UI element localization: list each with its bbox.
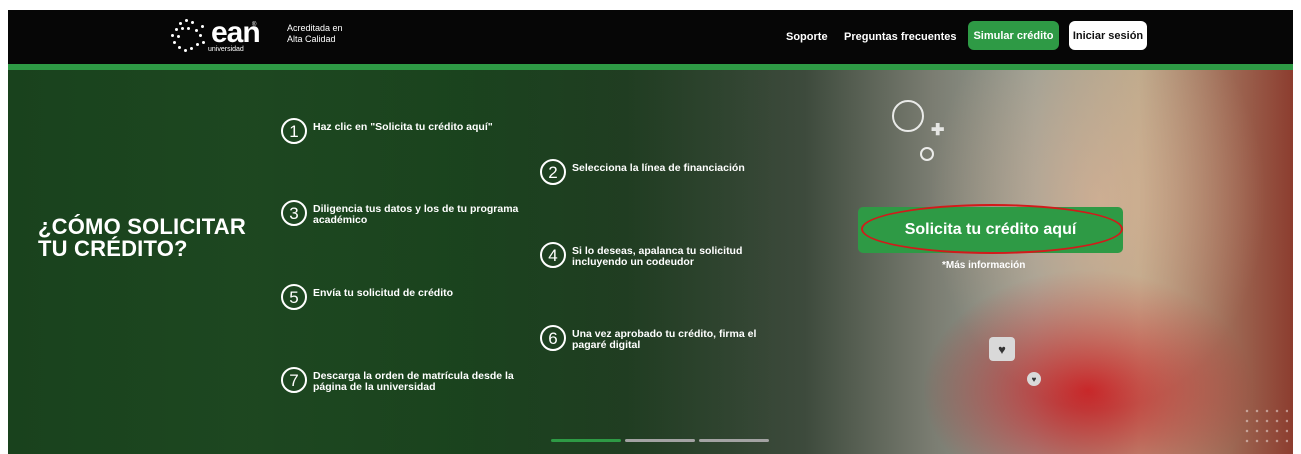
simulate-credit-button[interactable]: Simular crédito	[968, 21, 1059, 50]
step-text: Envía tu solicitud de crédito	[313, 287, 454, 299]
decorative-small-circle-icon	[920, 147, 934, 161]
step-text: Descarga la orden de matrícula desde la …	[313, 370, 514, 393]
decorative-plus-icon: ✚	[931, 122, 945, 139]
step-number-badge: 7	[281, 367, 307, 393]
accreditation-line1: Acreditada en	[287, 23, 343, 33]
step-number-badge: 1	[281, 118, 307, 144]
ean-logo[interactable]: ean ® universidad	[171, 16, 261, 58]
nav-support-link[interactable]: Soporte	[786, 10, 828, 64]
carousel-indicator-2[interactable]	[625, 439, 695, 442]
step-number-badge: 3	[281, 200, 307, 226]
step-6: 6 Una vez aprobado tu crédito, firma el …	[540, 325, 792, 351]
highlight-annotation-ellipse	[861, 204, 1123, 254]
step-text: Diligencia tus datos y los de tu program…	[313, 203, 519, 226]
decorative-circle-icon	[892, 100, 924, 132]
decorative-dot-grid	[1242, 406, 1288, 446]
nav-faq-link[interactable]: Preguntas frecuentes	[844, 10, 956, 64]
step-number-badge: 2	[540, 159, 566, 185]
step-2: 2 Selecciona la línea de financiación	[540, 159, 745, 185]
step-4: 4 Si lo deseas, apalanca tu solicitud in…	[540, 242, 757, 268]
chat-heart-small-icon: ♥	[1027, 372, 1041, 386]
logo-dots-icon	[171, 19, 207, 55]
carousel-indicator-1[interactable]	[551, 439, 621, 442]
carousel-indicator-3[interactable]	[699, 439, 769, 442]
hero-title: ¿CÓMO SOLICITAR TU CRÉDITO?	[38, 216, 246, 260]
page-frame: ean ® universidad Acreditada en Alta Cal…	[8, 10, 1293, 454]
hero-title-line1: ¿CÓMO SOLICITAR	[38, 214, 246, 239]
step-number-badge: 4	[540, 242, 566, 268]
more-info-link[interactable]: *Más información	[942, 260, 1025, 271]
step-text: Si lo deseas, apalanca tu solicitud incl…	[572, 245, 743, 268]
accreditation-text: Acreditada en Alta Calidad	[287, 23, 343, 45]
step-number-badge: 5	[281, 284, 307, 310]
registered-mark: ®	[252, 22, 257, 28]
step-number-badge: 6	[540, 325, 566, 351]
step-text: Selecciona la línea de financiación	[572, 162, 745, 174]
chat-heart-icon: ♥	[989, 337, 1015, 361]
hero-banner: ¿CÓMO SOLICITAR TU CRÉDITO? 1 Haz clic e…	[8, 70, 1293, 454]
step-text: Haz clic en "Solicita tu crédito aquí"	[313, 121, 493, 133]
step-7: 7 Descarga la orden de matrícula desde l…	[281, 367, 523, 393]
step-1: 1 Haz clic en "Solicita tu crédito aquí"	[281, 118, 493, 144]
step-text: Una vez aprobado tu crédito, firma el pa…	[572, 328, 757, 351]
step-3: 3 Diligencia tus datos y los de tu progr…	[281, 200, 527, 226]
hero-title-line2: TU CRÉDITO?	[38, 236, 188, 261]
top-navigation-bar: ean ® universidad Acreditada en Alta Cal…	[8, 10, 1293, 64]
logo-subtitle: universidad	[208, 46, 244, 53]
step-5: 5 Envía tu solicitud de crédito	[281, 284, 453, 310]
login-button[interactable]: Iniciar sesión	[1069, 21, 1147, 50]
accreditation-line2: Alta Calidad	[287, 34, 336, 44]
